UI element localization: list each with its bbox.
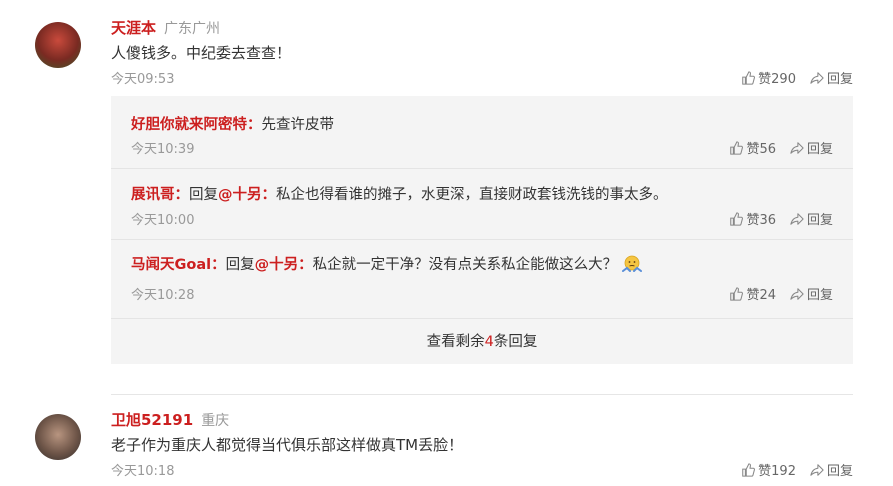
like-button[interactable]: 赞36: [729, 209, 776, 228]
reply-username[interactable]: 好胆你就来阿密特：: [131, 117, 262, 133]
thumbs-up-icon: [730, 140, 744, 155]
like-button[interactable]: 赞192: [741, 460, 796, 479]
reply-arrow-icon: [810, 71, 824, 84]
reply-mention[interactable]: @十另：: [218, 187, 276, 203]
comment-username[interactable]: 卫旭52191: [111, 411, 193, 429]
reply-button[interactable]: 回复: [810, 460, 853, 479]
avatar[interactable]: [35, 414, 81, 460]
reply-prefix: 回复: [189, 187, 218, 203]
thumbs-up-icon: [742, 70, 756, 85]
reply-time: 今天10:28: [131, 288, 195, 303]
reply-arrow-icon: [790, 141, 804, 154]
reply-arrow-icon: [810, 463, 824, 476]
reply-button[interactable]: 回复: [790, 284, 833, 303]
like-count: 赞290: [758, 72, 796, 87]
comment-text: 老子作为重庆人都觉得当代俱乐部这样做真TM丢脸！: [111, 436, 464, 454]
reply-label: 回复: [806, 142, 833, 157]
comment-text: 人傻钱多。中纪委去查查！: [111, 44, 292, 62]
comment-location: 重庆: [201, 413, 230, 429]
more-suffix: 条回复: [493, 334, 538, 350]
reply-label: 回复: [826, 72, 853, 87]
reply-arrow-icon: [790, 212, 804, 225]
like-count: 赞36: [746, 213, 776, 228]
comment-location: 广东广州: [164, 21, 221, 37]
reply-username[interactable]: 展讯哥：: [131, 187, 189, 203]
reply-text: 私企也得看谁的摊子，水更深，直接财政套钱洗钱的事太多。: [276, 187, 668, 203]
like-count: 赞56: [746, 142, 776, 157]
reply-arrow-icon: [790, 287, 804, 300]
reply-text: 先查许皮带: [261, 117, 335, 133]
shrug-emoji-icon: [621, 254, 643, 276]
comment-time: 今天09:53: [111, 72, 175, 87]
comment-divider: [111, 394, 853, 395]
like-count: 赞24: [746, 288, 776, 303]
like-button[interactable]: 赞290: [741, 68, 796, 87]
reply-label: 回复: [806, 213, 833, 228]
thumbs-up-icon: [742, 462, 756, 477]
like-button[interactable]: 赞56: [729, 138, 776, 157]
avatar[interactable]: [35, 22, 81, 68]
reply-button[interactable]: 回复: [790, 138, 833, 157]
like-count: 赞192: [758, 464, 796, 479]
more-count: 4: [484, 334, 494, 350]
more-prefix: 查看剩余: [426, 334, 485, 350]
thumbs-up-icon: [730, 286, 744, 301]
reply-thread: 好胆你就来阿密特：先查许皮带 今天10:39 赞56 回复 展讯哥：回复@十另：…: [111, 96, 853, 364]
comment-time: 今天10:18: [111, 464, 175, 479]
divider: [111, 239, 853, 240]
reply-username[interactable]: 马闻天Goal：: [131, 257, 226, 273]
reply-prefix: 回复: [225, 257, 255, 273]
reply-button[interactable]: 回复: [810, 68, 853, 87]
thumbs-up-icon: [730, 211, 744, 226]
reply-mention[interactable]: @十另：: [255, 257, 313, 273]
comment-username[interactable]: 天涯本: [111, 19, 156, 37]
reply-label: 回复: [826, 464, 853, 479]
reply-text: 私企就一定干净？没有点关系私企能做这么大？: [312, 257, 618, 273]
reply-label: 回复: [806, 288, 833, 303]
reply-time: 今天10:00: [131, 213, 195, 228]
reply-time: 今天10:39: [131, 142, 195, 157]
view-more-replies-button[interactable]: 查看剩余4条回复: [111, 318, 853, 365]
divider: [111, 168, 853, 169]
reply-button[interactable]: 回复: [790, 209, 833, 228]
like-button[interactable]: 赞24: [729, 284, 776, 303]
